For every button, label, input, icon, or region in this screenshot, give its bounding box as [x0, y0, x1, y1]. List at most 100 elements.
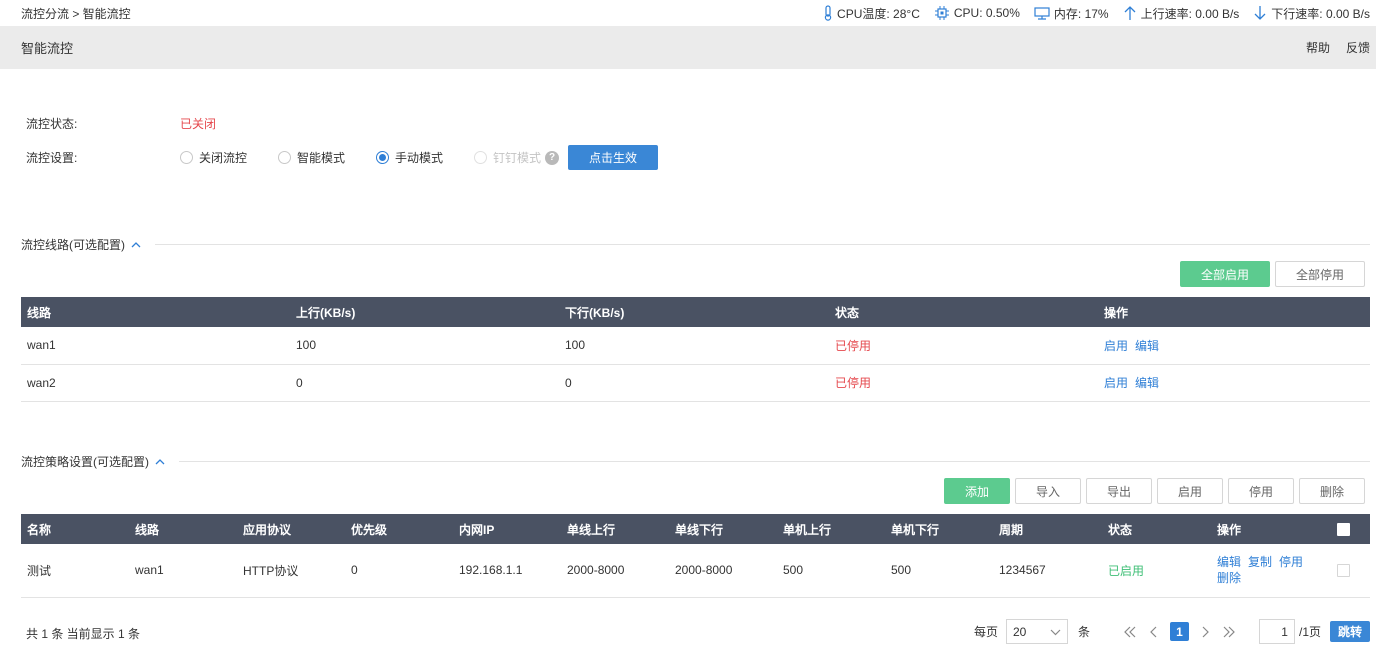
per-page-label: 每页	[973, 625, 998, 639]
table-row: wan2 0 0 已停用 启用 编辑	[21, 364, 1370, 402]
row-checkbox[interactable]	[1337, 564, 1350, 578]
column-header: 内网IP	[459, 522, 495, 537]
flow-setting-row: 流控设置: 关闭流控 智能模式 手动模式 钉钉模式 ? 点击生效	[26, 145, 659, 170]
chevron-up-icon[interactable]	[155, 458, 165, 465]
disable-button[interactable]: 停用	[1228, 478, 1294, 504]
upload-text: 上行速率: 0.00 B/s	[1140, 6, 1240, 21]
column-header: 单线上行	[567, 522, 616, 537]
enable-button[interactable]: 启用	[1157, 478, 1223, 504]
first-page-icon[interactable]	[1122, 626, 1138, 638]
policy-section-title: 流控策略设置(可选配置)	[21, 455, 149, 469]
next-page-icon[interactable]	[1197, 626, 1213, 638]
table-header-row: 名称 线路 应用协议 优先级 内网IP 单线上行 单线下行 单机上行 单机下行 …	[21, 514, 1370, 544]
column-header: 单机上行	[783, 522, 832, 537]
cell-cycle: 1234567	[993, 544, 1102, 598]
cpu-temp-stat: CPU温度: 28°C	[823, 5, 920, 22]
radio-circle[interactable]	[278, 151, 292, 164]
help-link[interactable]: 帮助	[1306, 39, 1330, 56]
jump-page-input[interactable]: 1	[1258, 619, 1295, 644]
radio-circle-checked[interactable]	[376, 151, 390, 164]
cell-host-down: 500	[885, 544, 993, 598]
status-bar: 流控分流 > 智能流控 CPU温度: 28°C CPU: 0.50% 内存: 1…	[0, 0, 1376, 26]
select-cell	[1331, 544, 1370, 598]
enable-all-button[interactable]: 全部启用	[1180, 261, 1270, 287]
export-button[interactable]: 导出	[1086, 478, 1152, 504]
upload-stat: 上行速率: 0.00 B/s	[1123, 5, 1240, 22]
breadcrumb: 流控分流 > 智能流控	[21, 6, 131, 21]
arrow-down-icon	[1253, 5, 1267, 21]
column-header: 名称	[27, 522, 52, 537]
lines-section-header: 流控线路(可选配置)	[21, 236, 1370, 253]
apply-button[interactable]: 点击生效	[568, 145, 659, 170]
arrow-up-icon	[1123, 5, 1137, 21]
column-header: 状态	[835, 305, 860, 320]
policy-table: 名称 线路 应用协议 优先级 内网IP 单线上行 单线下行 单机上行 单机下行 …	[21, 514, 1370, 598]
delete-link[interactable]: 删除	[1217, 571, 1241, 585]
column-header: 上行(KB/s)	[296, 305, 356, 320]
chip-icon	[934, 5, 950, 21]
prev-page-icon[interactable]	[1146, 626, 1162, 638]
cell-name: 测试	[21, 544, 129, 598]
cell-down: 100	[559, 327, 829, 365]
table-row: 测试 wan1 HTTP协议 0 192.168.1.1 2000-8000 2…	[21, 544, 1370, 598]
feedback-link[interactable]: 反馈	[1346, 39, 1370, 56]
cell-status: 已启用	[1102, 544, 1211, 598]
cpu-stat: CPU: 0.50%	[934, 5, 1020, 21]
edit-link[interactable]: 编辑	[1135, 376, 1159, 390]
table-row: wan1 100 100 已停用 启用 编辑	[21, 327, 1370, 365]
thermometer-icon	[823, 5, 833, 21]
radio-disable-flow[interactable]: 关闭流控	[180, 149, 247, 166]
per-page-value: 20	[1012, 624, 1027, 639]
chevron-up-icon[interactable]	[131, 241, 141, 248]
column-header: 操作	[1104, 305, 1129, 320]
column-header: 状态	[1108, 522, 1133, 537]
column-header: 单机下行	[891, 522, 940, 537]
per-page-select[interactable]: 20	[1005, 619, 1068, 644]
page-number-current[interactable]: 1	[1169, 622, 1189, 641]
question-icon[interactable]: ?	[545, 150, 560, 165]
radio-manual-mode[interactable]: 手动模式	[376, 149, 443, 166]
last-page-icon[interactable]	[1221, 626, 1237, 638]
per-page-unit: 条	[1077, 625, 1090, 639]
disable-all-button[interactable]: 全部停用	[1275, 261, 1365, 287]
radio-circle-disabled	[474, 151, 488, 164]
jump-button[interactable]: 跳转	[1330, 621, 1370, 642]
column-header: 下行(KB/s)	[565, 305, 625, 320]
radio-dingtalk-mode: 钉钉模式	[474, 149, 541, 166]
memory-stat: 内存: 17%	[1034, 5, 1109, 22]
lines-table: 线路 上行(KB/s) 下行(KB/s) 状态 操作 wan1 100 100 …	[21, 297, 1370, 402]
radio-circle[interactable]	[180, 151, 193, 164]
cell-actions: 启用 编辑	[1098, 364, 1370, 402]
add-button[interactable]: 添加	[944, 478, 1010, 504]
divider	[155, 244, 1370, 245]
disable-link[interactable]: 停用	[1279, 555, 1303, 569]
delete-button[interactable]: 删除	[1299, 478, 1365, 504]
radio-smart-mode[interactable]: 智能模式	[278, 149, 345, 166]
column-header: 优先级	[351, 522, 388, 537]
column-header: 单线下行	[675, 522, 724, 537]
page-title: 智能流控	[21, 41, 74, 56]
cell-down: 0	[559, 364, 829, 402]
chevron-down-icon	[1050, 625, 1061, 639]
memory-text: 内存: 17%	[1053, 6, 1109, 21]
import-button[interactable]: 导入	[1015, 478, 1081, 504]
cell-up: 100	[290, 327, 559, 365]
cell-status: 已停用	[829, 327, 1098, 365]
flow-status-label: 流控状态:	[26, 117, 78, 131]
cell-host-up: 500	[777, 544, 885, 598]
cpu-temp-text: CPU温度: 28°C	[837, 6, 920, 21]
edit-link[interactable]: 编辑	[1217, 555, 1241, 569]
system-stats: CPU温度: 28°C CPU: 0.50% 内存: 17% 上行速率: 0.0…	[823, 5, 1370, 22]
copy-link[interactable]: 复制	[1248, 555, 1272, 569]
select-all-checkbox[interactable]	[1337, 523, 1350, 537]
edit-link[interactable]: 编辑	[1135, 339, 1159, 353]
cpu-text: CPU: 0.50%	[953, 6, 1020, 20]
flow-status-value: 已关闭	[180, 117, 217, 131]
cell-line: wan1	[129, 544, 237, 598]
cell-ip: 192.168.1.1	[453, 544, 561, 598]
policy-section-header: 流控策略设置(可选配置)	[21, 453, 1370, 470]
enable-link[interactable]: 启用	[1104, 376, 1128, 390]
divider	[179, 461, 1370, 462]
enable-link[interactable]: 启用	[1104, 339, 1128, 353]
cell-line: wan1	[21, 327, 290, 365]
